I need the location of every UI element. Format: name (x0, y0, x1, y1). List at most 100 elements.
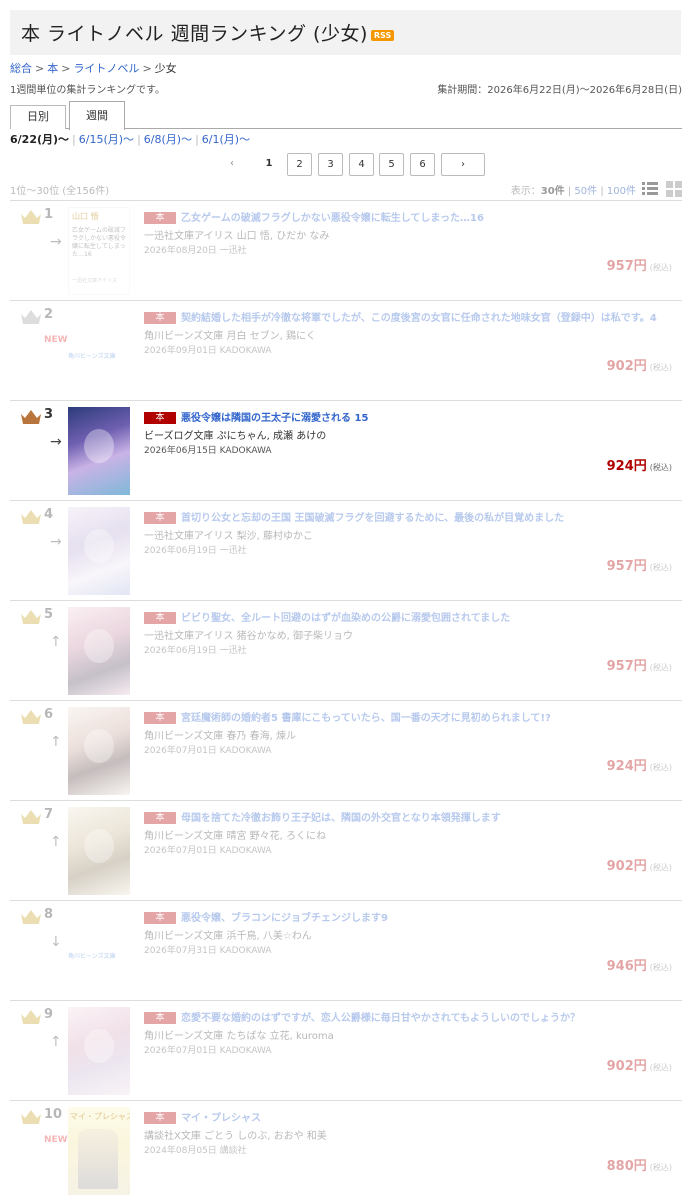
book-date-publisher: 2026年07月01日 KADOKAWA (144, 846, 272, 856)
book-info: 本契約結婚した相手が冷徹な将軍でしたが、この度後宮の女官に任命された地味女官（登… (144, 309, 682, 356)
book-label-authors: 角川ビーンズ文庫 晴宮 野々花, ろくにね (144, 831, 327, 842)
book-cover-image[interactable]: 角川ビーンズ文庫 (68, 907, 130, 995)
pagination: ‹ 1 2 3 4 5 6 › (0, 153, 692, 176)
book-label-authors: 角川ビーンズ文庫 浜千鳥, 八美☆わん (144, 931, 312, 942)
cover-title: マイ・プレシャス (70, 1112, 130, 1121)
book-cover-image[interactable]: 角川ビーンズ文庫 (68, 307, 130, 395)
pagination-page[interactable]: 2 (287, 153, 312, 176)
category-badge: 本 (144, 712, 176, 724)
week-link[interactable]: 6/8(月)〜 (144, 133, 192, 146)
book-info: 本首切り公女と忘却の王国 王国破滅フラグを回避するために、最後の私が目覚めました… (144, 509, 682, 556)
list-header: 1位〜30位 (全156件) 表示：30件 | 50件 | 100件 (10, 181, 682, 198)
book-date-publisher: 2026年06月19日 一迅社 (144, 546, 247, 556)
rank-change-arrow-icon: ↑ (50, 834, 62, 850)
book-title-link[interactable]: ビビり聖女、全ルート回避のはずが血染めの公爵に溺愛包囲されてました (181, 613, 510, 624)
tax-note: (税込) (649, 363, 672, 372)
book-price: 880円 (税込) (607, 1155, 672, 1174)
week-link[interactable]: 6/1(月)〜 (202, 133, 250, 146)
list-view-icon[interactable] (642, 181, 658, 197)
breadcrumb-link-all[interactable]: 総合 (10, 62, 32, 75)
book-title-link[interactable]: 契約結婚した相手が冷徹な将軍でしたが、この度後宮の女官に任命された地味女官（登録… (181, 313, 657, 324)
ranking-row[interactable]: 6 ↑ 本宮廷魔術師の婚約者5 書庫にこもっていたら、国一番の天才に見初められまし… (10, 700, 682, 800)
breadcrumb-link-lightnovel[interactable]: ライトノベル (73, 62, 139, 75)
week-selector: 6/22(月)〜 | 6/15(月)〜 | 6/8(月)〜 | 6/1(月)〜 (10, 131, 250, 147)
book-label-authors: 角川ビーンズ文庫 春乃 春海, 煉ル (144, 731, 297, 742)
ranking-row[interactable]: 2 NEW 角川ビーンズ文庫 本契約結婚した相手が冷徹な将軍でしたが、この度後宮の女… (10, 300, 682, 400)
book-label-authors: 講談社X文庫 ごとう しのぶ, おおや 和美 (144, 1131, 327, 1142)
book-title-link[interactable]: 首切り公女と忘却の王国 王国破滅フラグを回避するために、最後の私が目覚めました (181, 513, 564, 524)
tab-daily[interactable]: 日別 (10, 105, 66, 129)
book-info: 本ビビり聖女、全ルート回避のはずが血染めの公爵に溺愛包囲されてました 一迅社文庫… (144, 609, 682, 656)
book-cover-image[interactable] (68, 407, 130, 495)
book-info: 本悪役令嬢、ブラコンにジョブチェンジします9 角川ビーンズ文庫 浜千鳥, 八美☆… (144, 909, 682, 956)
crown-icon (21, 1110, 41, 1124)
pagination-prev[interactable]: ‹ (222, 153, 242, 176)
book-title-link[interactable]: 母国を捨てた冷徹お飾り王子妃は、隣国の外交官となり本領発揮します (181, 813, 501, 824)
ranking-row[interactable]: 5 ↑ 本ビビり聖女、全ルート回避のはずが血染めの公爵に溺愛包囲されてました 一迅… (10, 600, 682, 700)
book-title-link[interactable]: 宮廷魔術師の婚約者5 書庫にこもっていたら、国一番の天才に見初められまして!? (181, 713, 551, 724)
rss-button[interactable]: RSS (370, 30, 395, 41)
book-title-link[interactable]: 悪役令嬢は隣国の王太子に溺愛される 15 (181, 413, 368, 424)
grid-view-icon[interactable] (666, 181, 682, 197)
pagination-page[interactable]: 3 (318, 153, 343, 176)
book-cover-image[interactable] (68, 707, 130, 795)
book-label-authors: 角川ビーンズ文庫 月白 セブン, 鶏にく (144, 331, 316, 342)
ranking-row[interactable]: 1 → 山口 悟 乙女ゲームの破滅フラグしかない悪役令嬢に転生してしまった…16 … (10, 200, 682, 300)
pagination-page[interactable]: 4 (349, 153, 374, 176)
price-value: 880円 (606, 1159, 647, 1174)
week-sep: | (72, 133, 76, 146)
book-date-publisher: 2026年07月01日 KADOKAWA (144, 1046, 272, 1056)
display-option[interactable]: 100件 (607, 186, 636, 197)
book-cover-image[interactable]: マイ・プレシャス (68, 1107, 130, 1195)
price-value: 924円 (606, 759, 647, 774)
book-date-publisher: 2026年06月19日 一迅社 (144, 646, 247, 656)
book-cover-image[interactable] (68, 807, 130, 895)
book-price: 902円 (税込) (607, 855, 672, 874)
book-date-publisher: 2026年09月01日 KADOKAWA (144, 346, 272, 356)
pagination-next[interactable]: › (441, 153, 485, 176)
ranking-row[interactable]: 10 NEW マイ・プレシャス 本マイ・プレシャス 講談社X文庫 ごとう しのぶ,… (10, 1100, 682, 1200)
display-count-selector: 表示：30件 | 50件 | 100件 (511, 182, 636, 197)
category-badge: 本 (144, 312, 176, 324)
page-header: 本 ライトノベル 週間ランキング (少女) RSS (10, 10, 681, 55)
book-info: 本宮廷魔術師の婚約者5 書庫にこもっていたら、国一番の天才に見初められまして!?… (144, 709, 682, 756)
category-badge: 本 (144, 612, 176, 624)
book-date-publisher: 2024年08月05日 講談社 (144, 1146, 247, 1156)
book-price: 957円 (税込) (607, 555, 672, 574)
pagination-page-current: 1 (258, 153, 280, 176)
book-title-link[interactable]: マイ・プレシャス (181, 1113, 261, 1124)
book-title-link[interactable]: 恋愛不要な婚約のはずですが、恋人公爵様に毎日甘やかされてもようしいのでしょうか？ (181, 1013, 580, 1024)
page-title-text: 本 ライトノベル 週間ランキング (少女) (21, 23, 368, 45)
pagination-page[interactable]: 6 (410, 153, 435, 176)
category-badge: 本 (144, 1012, 176, 1024)
book-cover-image[interactable] (68, 507, 130, 595)
display-option[interactable]: 50件 (574, 186, 597, 197)
book-cover-image[interactable] (68, 607, 130, 695)
breadcrumb-link-books[interactable]: 本 (47, 62, 58, 75)
book-title-link[interactable]: 乙女ゲームの破滅フラグしかない悪役令嬢に転生してしまった…16 (181, 213, 484, 224)
ranking-row[interactable]: 8 ↓ 角川ビーンズ文庫 本悪役令嬢、ブラコンにジョブチェンジします9 角川ビーンズ… (10, 900, 682, 1000)
ranking-row[interactable]: 7 ↑ 本母国を捨てた冷徹お飾り王子妃は、隣国の外交官となり本領発揮します 角川ビ… (10, 800, 682, 900)
price-value: 924円 (606, 459, 647, 474)
week-sep: | (195, 133, 199, 146)
book-info: 本恋愛不要な婚約のはずですが、恋人公爵様に毎日甘やかされてもようしいのでしょうか… (144, 1009, 682, 1056)
book-title-link[interactable]: 悪役令嬢、ブラコンにジョブチェンジします9 (181, 913, 388, 924)
tab-weekly[interactable]: 週間 (69, 101, 125, 130)
week-link[interactable]: 6/15(月)〜 (79, 133, 134, 146)
rank-number: 5 (44, 607, 54, 622)
breadcrumb-sep: > (142, 62, 152, 75)
price-value: 902円 (606, 859, 647, 874)
ranking-row[interactable]: 3 → 本悪役令嬢は隣国の王太子に溺愛される 15 ビーズログ文庫 ぷにちゃん, … (10, 400, 682, 500)
crown-icon (21, 710, 41, 724)
book-cover-image[interactable] (68, 1007, 130, 1095)
book-cover-image[interactable]: 山口 悟 乙女ゲームの破滅フラグしかない悪役令嬢に転生してしまった…16 一迅社… (68, 207, 130, 295)
ranking-row[interactable]: 4 → 本首切り公女と忘却の王国 王国破滅フラグを回避するために、最後の私が目覚め… (10, 500, 682, 600)
breadcrumb-sep: > (35, 62, 45, 75)
rank-change-arrow-icon: → (50, 534, 62, 550)
pagination-page[interactable]: 5 (379, 153, 404, 176)
book-info: 本乙女ゲームの破滅フラグしかない悪役令嬢に転生してしまった…16 一迅社文庫アイ… (144, 209, 682, 256)
ranking-description: 1週間単位の集計ランキングです。 (10, 85, 166, 96)
ranking-row[interactable]: 9 ↑ 本恋愛不要な婚約のはずですが、恋人公爵様に毎日甘やかされてもようしいのでし… (10, 1000, 682, 1100)
category-badge: 本 (144, 412, 176, 424)
breadcrumb: 総合 > 本 > ライトノベル > 少女 (10, 60, 177, 76)
